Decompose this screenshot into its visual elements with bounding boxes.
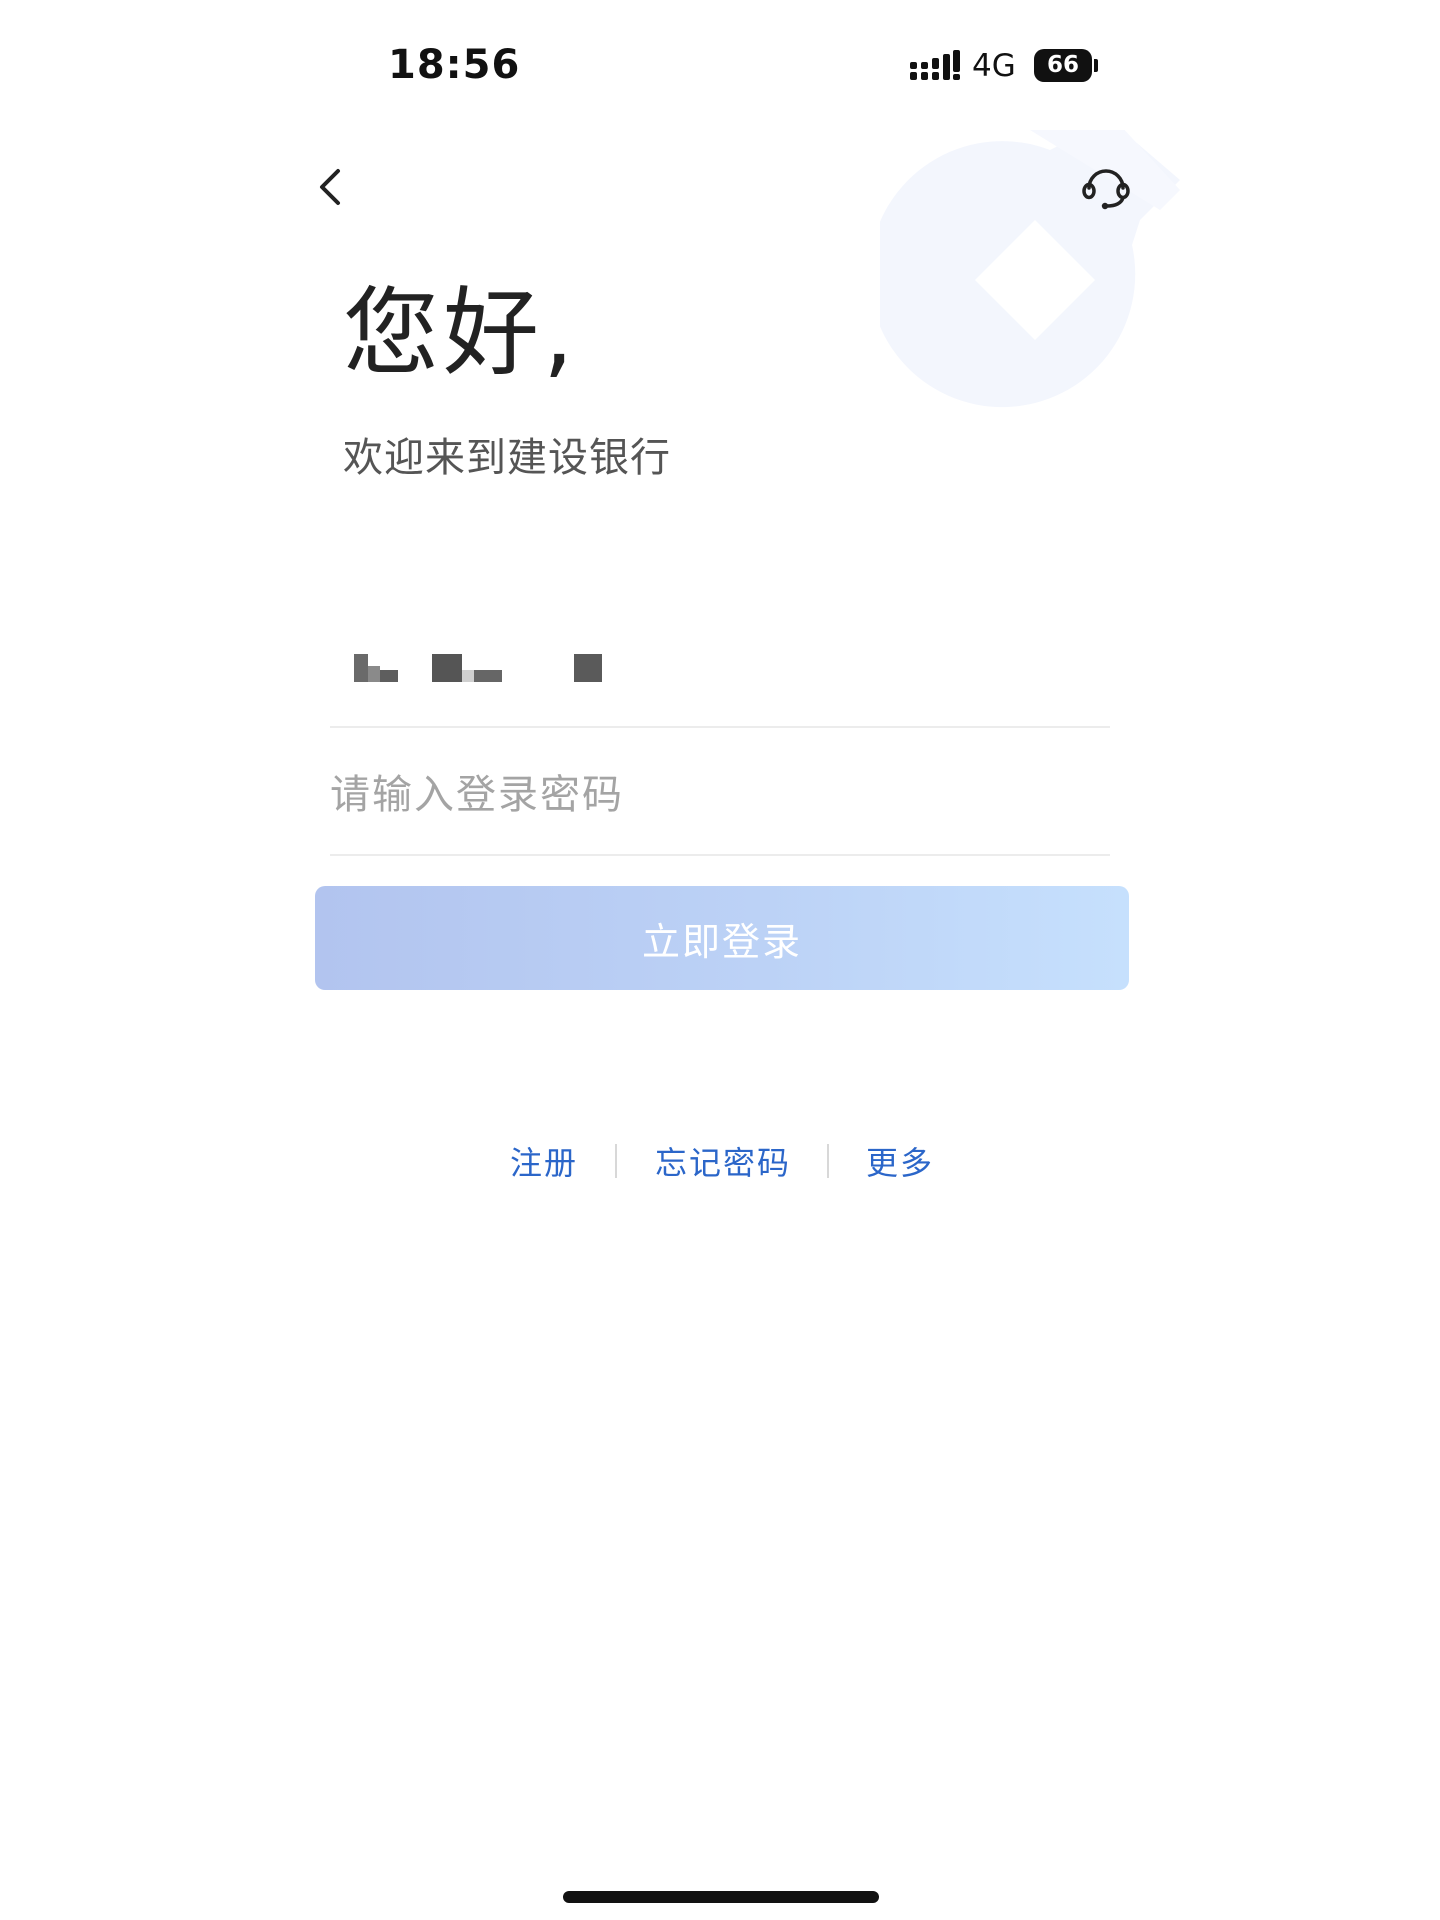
battery-icon: 66 xyxy=(1034,49,1098,82)
password-input[interactable] xyxy=(330,745,1110,845)
account-input[interactable] xyxy=(330,620,1110,724)
password-divider xyxy=(330,854,1110,856)
battery-level: 66 xyxy=(1034,49,1092,82)
link-divider xyxy=(615,1144,617,1178)
register-link[interactable]: 注册 xyxy=(510,1138,578,1184)
home-indicator[interactable] xyxy=(563,1891,879,1903)
headset-icon[interactable] xyxy=(1080,160,1132,212)
signal-strength-icon xyxy=(910,50,960,80)
network-type: 4G xyxy=(972,48,1016,84)
bottom-links: 注册 忘记密码 更多 xyxy=(0,1130,1440,1190)
forgot-password-link[interactable]: 忘记密码 xyxy=(655,1138,791,1184)
status-time: 18:56 xyxy=(388,42,521,88)
greeting-title: 您好, xyxy=(343,277,578,389)
masked-account-value xyxy=(354,654,602,682)
battery-tip xyxy=(1094,59,1098,72)
login-button[interactable]: 立即登录 xyxy=(315,886,1129,990)
back-chevron-icon[interactable] xyxy=(310,165,354,209)
more-link[interactable]: 更多 xyxy=(866,1138,934,1184)
link-divider xyxy=(827,1144,829,1178)
account-divider xyxy=(330,726,1110,728)
ccb-logo-watermark xyxy=(880,130,1180,408)
status-bar: 18:56 4G 66 xyxy=(0,0,1440,130)
welcome-subtitle: 欢迎来到建设银行 xyxy=(343,435,671,481)
